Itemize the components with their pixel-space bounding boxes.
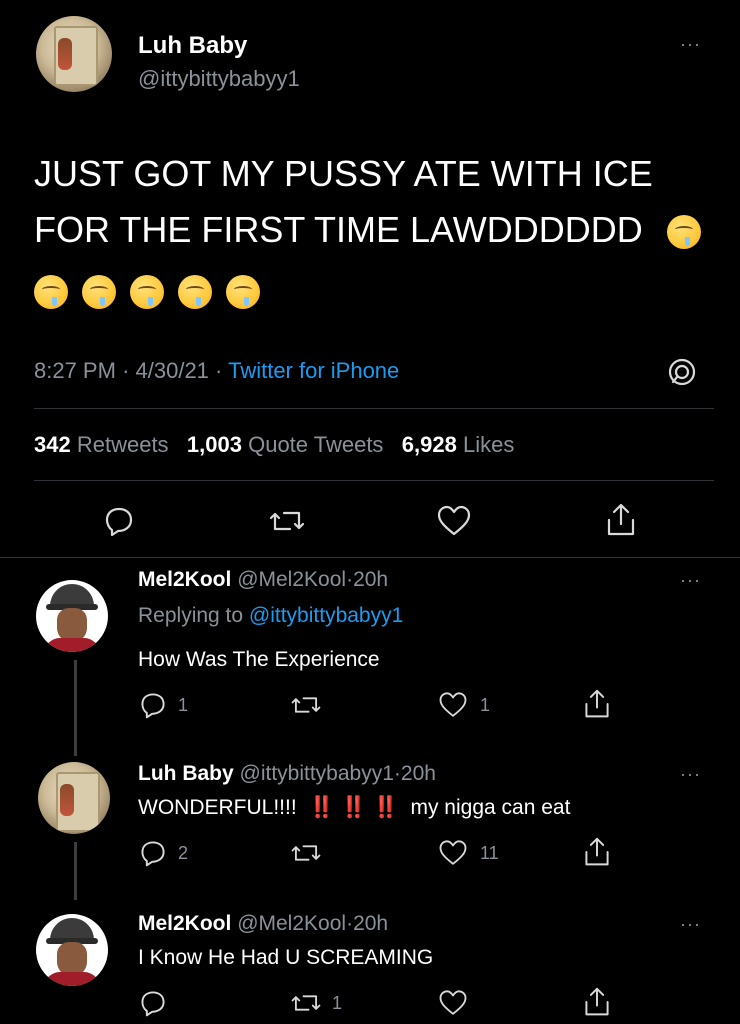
retweet-count: 1: [332, 992, 343, 1013]
reply-author-name[interactable]: Mel2Kool: [138, 912, 231, 935]
reply-icon[interactable]: [138, 988, 168, 1018]
tweet-date[interactable]: 4/30/21: [136, 358, 209, 383]
quote-tweets-stat[interactable]: 1,003 Quote Tweets: [187, 432, 384, 457]
heart-icon[interactable]: [436, 504, 472, 538]
more-options-icon[interactable]: ···: [680, 34, 701, 55]
like-count: 1: [480, 694, 491, 715]
share-icon[interactable]: [582, 836, 612, 868]
heart-icon: [439, 840, 467, 865]
thread-line: [74, 842, 77, 900]
reply-time[interactable]: 20h: [353, 912, 388, 935]
retweet-icon: [291, 995, 321, 1011]
reply-author-handle[interactable]: @Mel2Kool: [237, 912, 346, 935]
reply-text: I Know He Had U SCREAMING: [138, 946, 434, 969]
likes-stat[interactable]: 6,928 Likes: [402, 432, 515, 457]
tweet-meta: 8:27 PM · 4/30/21 · Twitter for iPhone: [34, 358, 400, 383]
replying-to-handle[interactable]: @ittybittybabyy1: [249, 604, 403, 627]
like-button[interactable]: 1: [438, 690, 490, 720]
divider: [0, 557, 740, 558]
tweet-text-line-1: JUST GOT MY PUSSY ATE WITH ICE: [34, 153, 653, 194]
reply-icon[interactable]: [102, 504, 136, 538]
share-icon[interactable]: [604, 502, 638, 538]
double-exclamation-emoji: ‼️ ‼️ ‼️: [308, 796, 399, 819]
reply-author-name[interactable]: Mel2Kool: [138, 568, 231, 591]
heart-icon[interactable]: [438, 988, 468, 1018]
tweet-source[interactable]: Twitter for iPhone: [228, 358, 399, 383]
analytics-icon[interactable]: [666, 356, 698, 388]
more-options-icon[interactable]: ···: [680, 914, 701, 935]
author-name[interactable]: Luh Baby: [138, 32, 247, 60]
reply-header: Mel2Kool @Mel2Kool·20h: [138, 912, 389, 935]
drooling-face-emoji-icon: [82, 275, 116, 310]
share-icon[interactable]: [582, 688, 612, 720]
divider: [34, 408, 714, 409]
retweet-icon[interactable]: [268, 504, 306, 538]
heart-icon: [439, 692, 467, 717]
tweet-text: JUST GOT MY PUSSY ATE WITH ICE FOR THE F…: [34, 146, 724, 318]
drooling-face-emoji-icon: [178, 275, 212, 310]
retweet-button[interactable]: 1: [290, 988, 342, 1018]
thread-line: [74, 660, 77, 756]
avatar[interactable]: [36, 914, 108, 986]
reply-time[interactable]: 20h: [353, 568, 388, 591]
retweet-icon[interactable]: [290, 690, 322, 720]
reply-author-name[interactable]: Luh Baby: [138, 762, 234, 785]
replying-to: Replying to @ittybittybabyy1: [138, 604, 404, 627]
reply-text: How Was The Experience: [138, 648, 380, 671]
reply-icon: [141, 693, 165, 719]
drooling-face-emoji-icon: [130, 275, 164, 310]
tweet-stats: 342 Retweets 1,003 Quote Tweets 6,928 Li…: [34, 432, 514, 458]
author-handle[interactable]: @ittybittybabyy1: [138, 66, 300, 92]
reply-text: WONDERFUL!!!! ‼️ ‼️ ‼️ my nigga can eat: [138, 796, 571, 819]
reply-author-handle[interactable]: @ittybittybabyy1: [240, 762, 394, 785]
avatar[interactable]: [36, 16, 112, 92]
emoji-row: [34, 262, 724, 318]
avatar[interactable]: [38, 762, 110, 834]
more-options-icon[interactable]: ···: [680, 764, 701, 785]
more-options-icon[interactable]: ···: [680, 570, 701, 591]
avatar[interactable]: [36, 580, 108, 652]
drooling-face-emoji-icon: [34, 275, 68, 310]
like-button[interactable]: 11: [438, 838, 499, 868]
reply-author-handle[interactable]: @Mel2Kool: [237, 568, 346, 591]
tweet-time[interactable]: 8:27 PM: [34, 358, 116, 383]
share-icon[interactable]: [582, 986, 612, 1018]
reply-header: Luh Baby @ittybittybabyy1·20h: [138, 762, 436, 785]
tweet-text-line-2: FOR THE FIRST TIME LAWDDDDDD: [34, 209, 643, 250]
reply-count: 1: [178, 694, 189, 715]
reply-button[interactable]: 2: [138, 838, 188, 868]
reply-button[interactable]: 1: [138, 690, 188, 720]
retweets-stat[interactable]: 342 Retweets: [34, 432, 169, 457]
reply-icon: [141, 841, 165, 867]
reply-time[interactable]: 20h: [401, 762, 436, 785]
drooling-face-emoji-icon: [226, 275, 260, 310]
drooling-face-emoji-icon: [666, 215, 701, 250]
divider: [34, 480, 714, 481]
reply-count: 2: [178, 842, 189, 863]
retweet-icon[interactable]: [290, 838, 322, 868]
reply-header: Mel2Kool @Mel2Kool·20h: [138, 568, 389, 591]
like-count: 11: [480, 842, 499, 863]
